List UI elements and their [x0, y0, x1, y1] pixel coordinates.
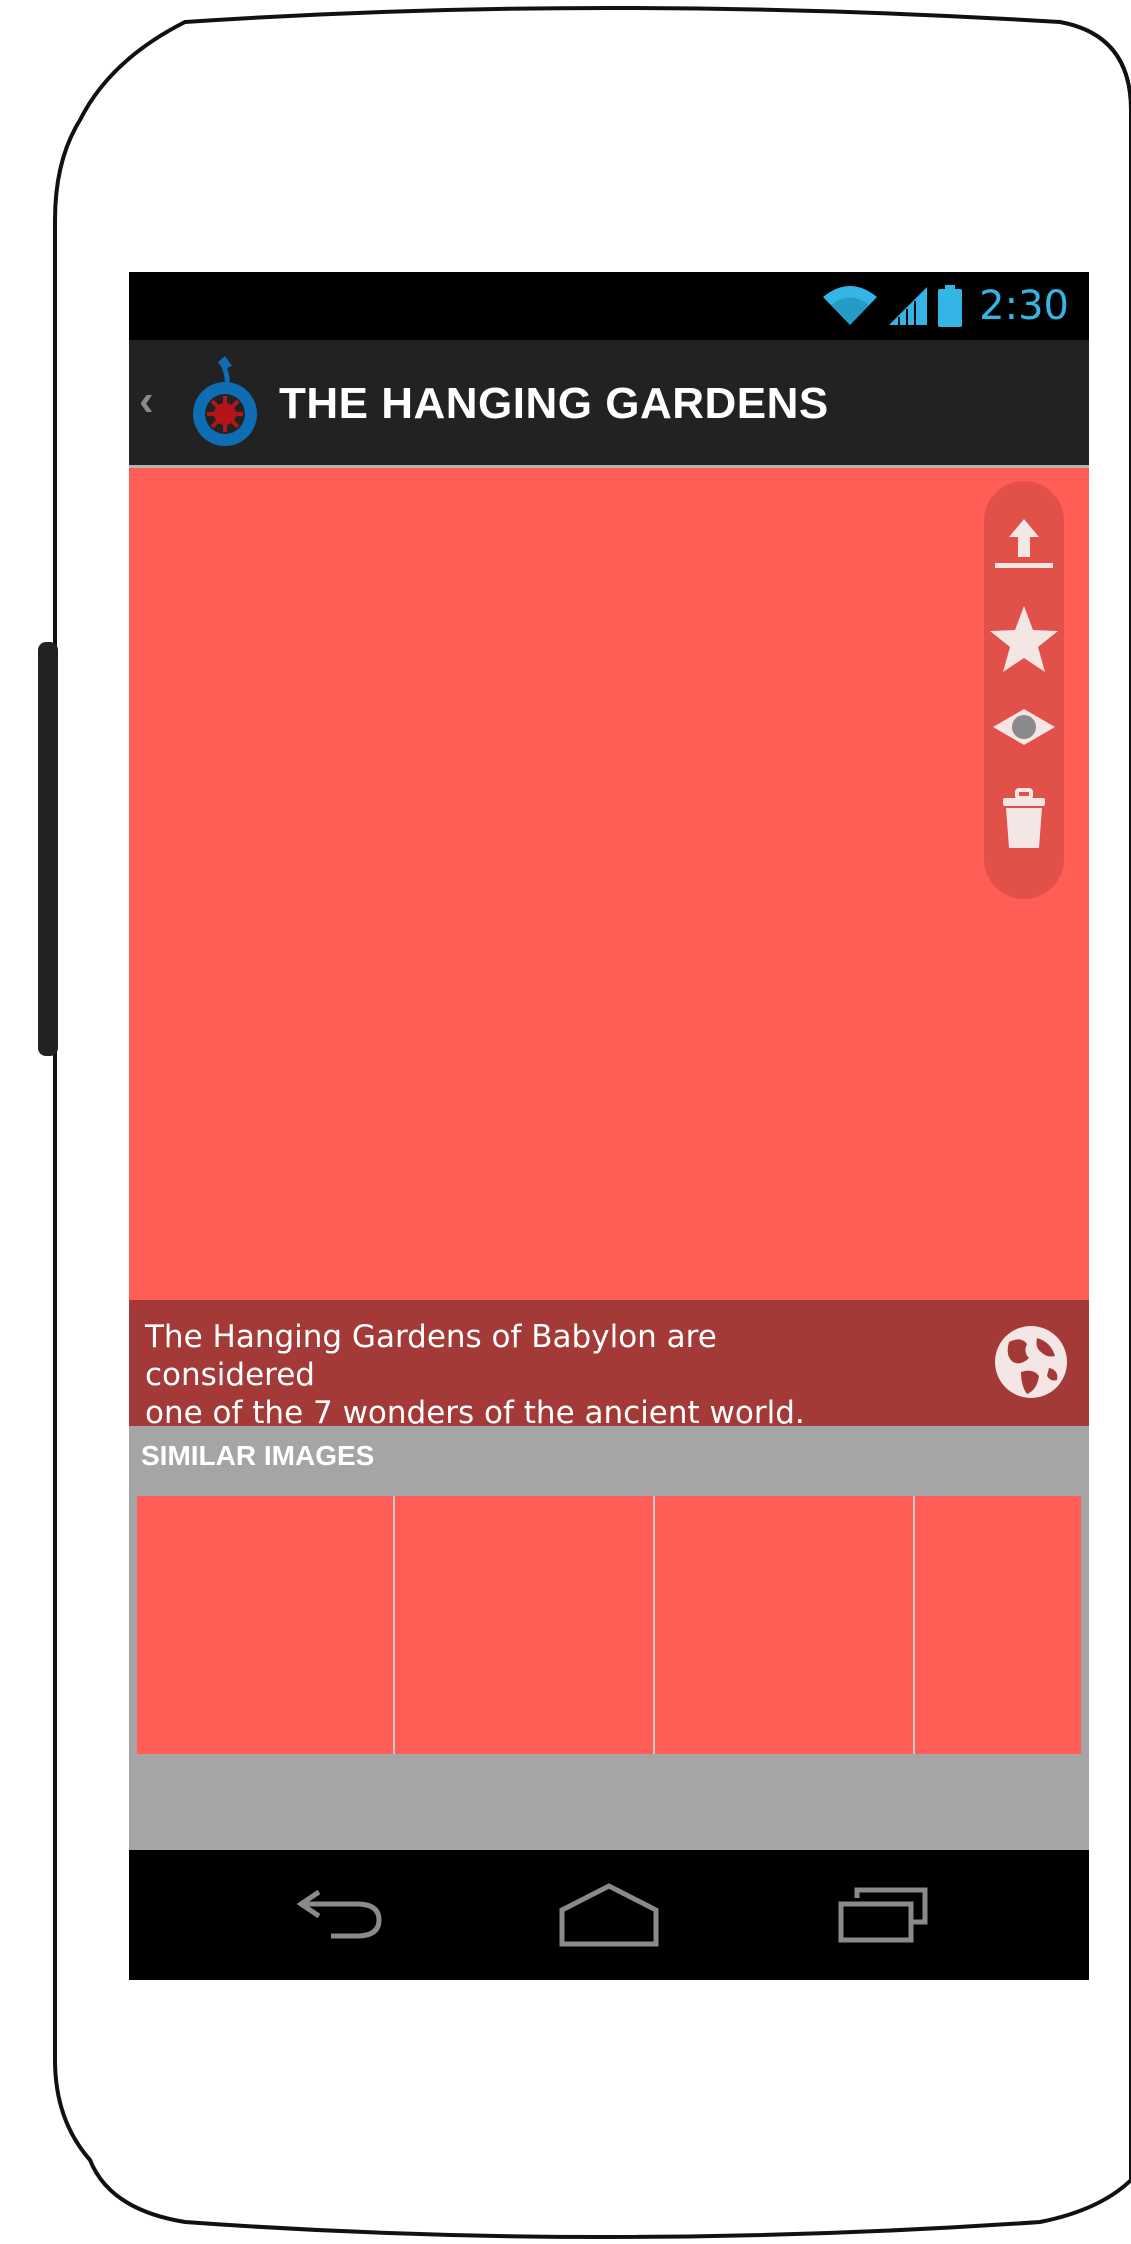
- similar-image-thumb[interactable]: [915, 1496, 1081, 1754]
- system-nav-bar: [129, 1850, 1089, 1980]
- device-screen: 2:30 ‹ THE HANGING GARDENS The Hanging G…: [129, 272, 1089, 1980]
- upload-icon: [995, 519, 1053, 568]
- caption-line-2: one of the 7 wonders of the ancient worl…: [145, 1395, 805, 1431]
- similar-image-thumb[interactable]: [137, 1496, 395, 1754]
- up-caret-icon[interactable]: ‹: [139, 376, 154, 426]
- eye-icon: [993, 709, 1055, 745]
- battery-icon: [938, 285, 963, 327]
- main-image[interactable]: [129, 468, 1089, 1300]
- image-actions-toolbar: [984, 481, 1064, 899]
- commons-logo-icon[interactable]: [185, 356, 265, 452]
- similar-images-header: SIMILAR IMAGES: [141, 1440, 375, 1471]
- trash-icon: [1003, 788, 1045, 848]
- recents-icon[interactable]: [829, 1880, 939, 1950]
- status-time: 2:30: [979, 283, 1069, 329]
- back-icon[interactable]: [289, 1880, 399, 1950]
- globe-icon[interactable]: [991, 1322, 1071, 1402]
- star-icon: [990, 606, 1058, 672]
- similar-image-thumb[interactable]: [395, 1496, 655, 1754]
- image-caption-bar: The Hanging Gardens of Babylon are consi…: [129, 1300, 1089, 1431]
- screen-title: THE HANGING GARDENS: [279, 379, 829, 428]
- action-bar: ‹ THE HANGING GARDENS: [129, 340, 1089, 468]
- wifi-icon: [823, 286, 878, 325]
- similar-images-strip[interactable]: [137, 1496, 1081, 1754]
- upload-button[interactable]: [984, 505, 1064, 585]
- home-icon[interactable]: [554, 1880, 664, 1950]
- view-button[interactable]: [984, 687, 1064, 767]
- delete-button[interactable]: [984, 779, 1064, 859]
- image-caption: The Hanging Gardens of Babylon are consi…: [145, 1318, 885, 1432]
- signal-icon: [889, 287, 928, 325]
- caption-line-1: The Hanging Gardens of Babylon are consi…: [145, 1319, 717, 1393]
- similar-image-thumb[interactable]: [655, 1496, 915, 1754]
- favorite-button[interactable]: [984, 599, 1064, 679]
- status-bar: 2:30: [129, 272, 1089, 340]
